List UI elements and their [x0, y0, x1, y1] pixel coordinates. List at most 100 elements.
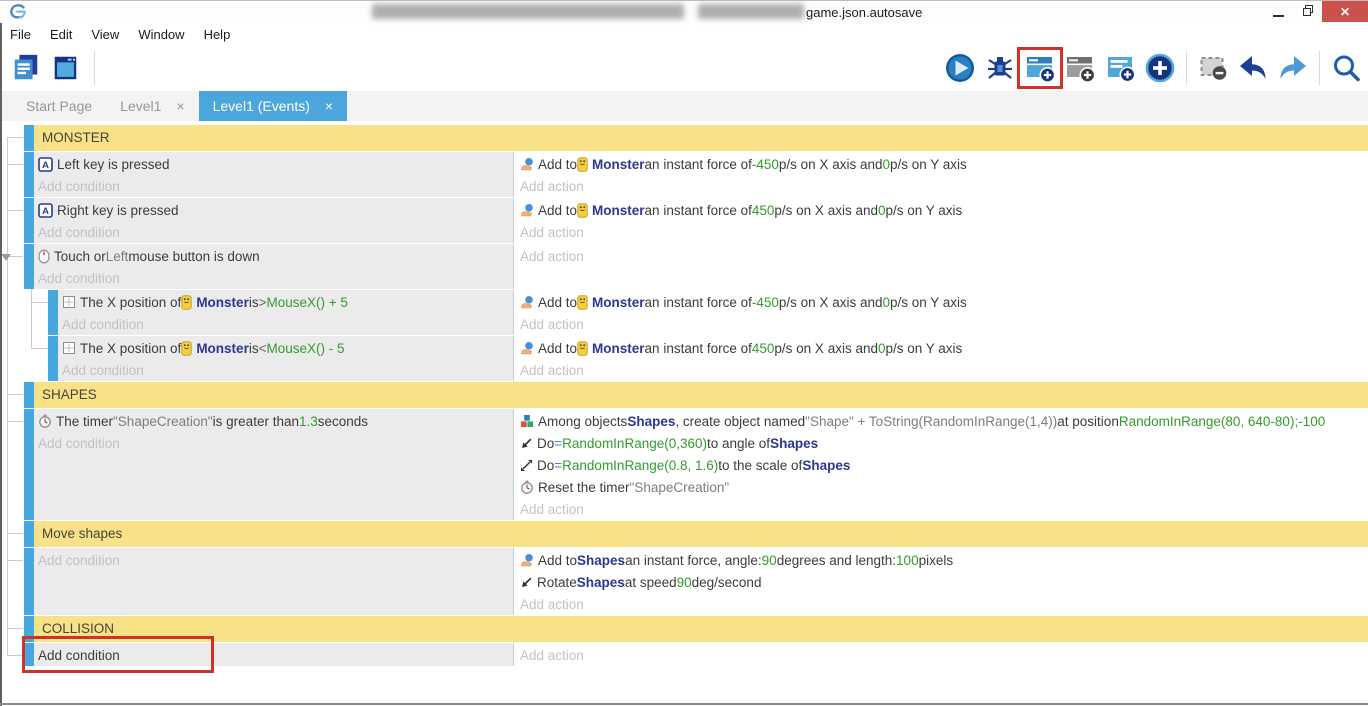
minimize-button[interactable] — [1264, 1, 1292, 22]
add-condition-line[interactable]: Add condition — [38, 432, 513, 454]
add-action-line[interactable]: Add action — [520, 221, 1368, 243]
action-line[interactable]: Add to Shapes an instant force, angle: 9… — [520, 549, 1368, 571]
action-line[interactable]: Add to Monster an instant force of 450 p… — [520, 199, 1368, 221]
event-selector-bar[interactable] — [24, 382, 34, 408]
event-row: ALeft key is pressedAdd condition Add to … — [0, 152, 1368, 197]
rotate-icon — [520, 437, 533, 450]
remove-event-button[interactable] — [1197, 51, 1229, 85]
window-title: game.json.autosave — [806, 5, 922, 20]
add-condition-line[interactable]: Add condition — [38, 267, 513, 289]
add-condition-line[interactable]: Add condition — [38, 549, 513, 571]
add-new-button[interactable] — [1144, 51, 1176, 85]
text-segment: > — [259, 295, 267, 310]
menu-item-edit[interactable]: Edit — [50, 27, 72, 42]
condition-line[interactable]: Add condition — [38, 644, 513, 666]
event-selector-bar[interactable] — [24, 521, 34, 547]
condition-line[interactable]: ALeft key is pressed — [38, 153, 513, 175]
text-segment: Rotate — [537, 575, 577, 590]
frame-minus-icon — [1197, 52, 1229, 84]
start-page-button[interactable] — [49, 51, 81, 85]
event-selector-bar[interactable] — [24, 125, 34, 151]
text-segment: Add to — [538, 295, 577, 310]
add-action-line[interactable]: Add action — [520, 313, 1368, 335]
add-comment-button[interactable] — [1104, 51, 1136, 85]
play-button[interactable] — [944, 51, 976, 85]
force-icon — [520, 341, 534, 355]
toolbar-separator — [94, 51, 95, 85]
menu-item-window[interactable]: Window — [138, 27, 184, 42]
add-action-line[interactable]: Add action — [520, 498, 1368, 520]
keyboard-key-icon: A — [38, 203, 53, 218]
text-segment: p/s on Y axis — [890, 295, 967, 310]
action-line[interactable]: Rotate Shapes at speed 90deg/second — [520, 571, 1368, 593]
tab-close-icon[interactable]: × — [325, 98, 333, 114]
collapse-arrow-icon[interactable] — [1, 254, 11, 261]
group-header-collision[interactable]: COLLISION — [34, 616, 1368, 642]
condition-line[interactable]: The timer "ShapeCreation" is greater tha… — [38, 410, 513, 432]
action-line[interactable]: Add to Monster an instant force of 450 p… — [520, 337, 1368, 359]
condition-line[interactable]: The X position of Monster is < MouseX() … — [62, 337, 513, 359]
gdevelop-logo-icon — [8, 3, 28, 25]
text-segment: Add condition — [38, 553, 120, 568]
redo-button[interactable] — [1277, 51, 1309, 85]
tab-start-page[interactable]: Start Page — [12, 91, 106, 121]
condition-line[interactable]: Touch or Left mouse button is down — [38, 245, 513, 267]
window-left-edge — [0, 23, 2, 706]
add-action-line[interactable]: Add action — [520, 359, 1368, 381]
action-line[interactable]: Do = RandomInRange(0,360) to angle of Sh… — [520, 432, 1368, 454]
group-header-move-shapes[interactable]: Move shapes — [34, 521, 1368, 547]
event-gutter — [0, 616, 34, 642]
add-action-line[interactable]: Add action — [520, 593, 1368, 615]
add-action-line[interactable]: Add action — [520, 175, 1368, 197]
tab-level1-events[interactable]: Level1 (Events)× — [199, 91, 347, 121]
debug-button[interactable] — [984, 51, 1016, 85]
text-segment: Monster — [196, 341, 249, 356]
monster-icon — [577, 203, 588, 218]
condition-line[interactable]: The X position of Monster is > MouseX() … — [62, 291, 513, 313]
project-manager-button[interactable] — [10, 51, 42, 85]
text-segment: p/s on Y axis — [886, 341, 963, 356]
search-button[interactable] — [1330, 51, 1362, 85]
add-condition-line[interactable]: Add condition — [38, 175, 513, 197]
action-line[interactable]: Add to Monster an instant force of -450 … — [520, 291, 1368, 313]
event-selector-bar[interactable] — [24, 616, 34, 642]
add-condition-line[interactable]: Add condition — [38, 221, 513, 243]
event-selector-bar[interactable] — [48, 336, 58, 381]
text-segment: Add action — [520, 648, 584, 663]
event-selector-bar[interactable] — [24, 548, 34, 615]
text-segment: an instant force of — [645, 341, 752, 356]
condition-cell: ALeft key is pressedAdd condition — [34, 152, 514, 197]
text-segment: Add action — [520, 225, 584, 240]
text-segment: Add condition — [38, 225, 120, 240]
event-selector-bar[interactable] — [48, 290, 58, 335]
event-selector-bar[interactable] — [24, 198, 34, 243]
add-condition-line[interactable]: Add condition — [62, 313, 513, 335]
action-line[interactable]: Do = RandomInRange(0.8, 1.6) to the scal… — [520, 454, 1368, 476]
tab-level1[interactable]: Level1× — [106, 91, 198, 121]
menu-item-help[interactable]: Help — [204, 27, 231, 42]
restore-button[interactable] — [1294, 1, 1321, 22]
tab-close-icon[interactable]: × — [176, 98, 184, 114]
event-selector-bar[interactable] — [24, 152, 34, 197]
add-action-line[interactable]: Add action — [520, 644, 1368, 666]
text-segment: p/s on Y axis — [890, 157, 967, 172]
bug-icon — [984, 52, 1016, 84]
add-action-line[interactable]: Add action — [520, 245, 1368, 267]
action-line[interactable]: Add to Monster an instant force of -450 … — [520, 153, 1368, 175]
menu-item-file[interactable]: File — [10, 27, 31, 42]
event-selector-bar[interactable] — [24, 409, 34, 520]
text-segment: Add condition — [38, 648, 120, 663]
condition-line[interactable]: ARight key is pressed — [38, 199, 513, 221]
text-segment: Add condition — [38, 271, 120, 286]
group-header-shapes[interactable]: SHAPES — [34, 382, 1368, 408]
event-selector-bar[interactable] — [24, 244, 34, 289]
add-condition-line[interactable]: Add condition — [62, 359, 513, 381]
event-selector-bar[interactable] — [24, 643, 34, 666]
undo-button[interactable] — [1237, 51, 1269, 85]
action-line[interactable]: Among objects Shapes, create object name… — [520, 410, 1368, 432]
group-header-monster[interactable]: MONSTER — [34, 125, 1368, 151]
close-button[interactable]: ✕ — [1322, 1, 1368, 22]
action-line[interactable]: Reset the timer "ShapeCreation" — [520, 476, 1368, 498]
menu-item-view[interactable]: View — [91, 27, 119, 42]
add-subevent-button[interactable] — [1064, 51, 1096, 85]
